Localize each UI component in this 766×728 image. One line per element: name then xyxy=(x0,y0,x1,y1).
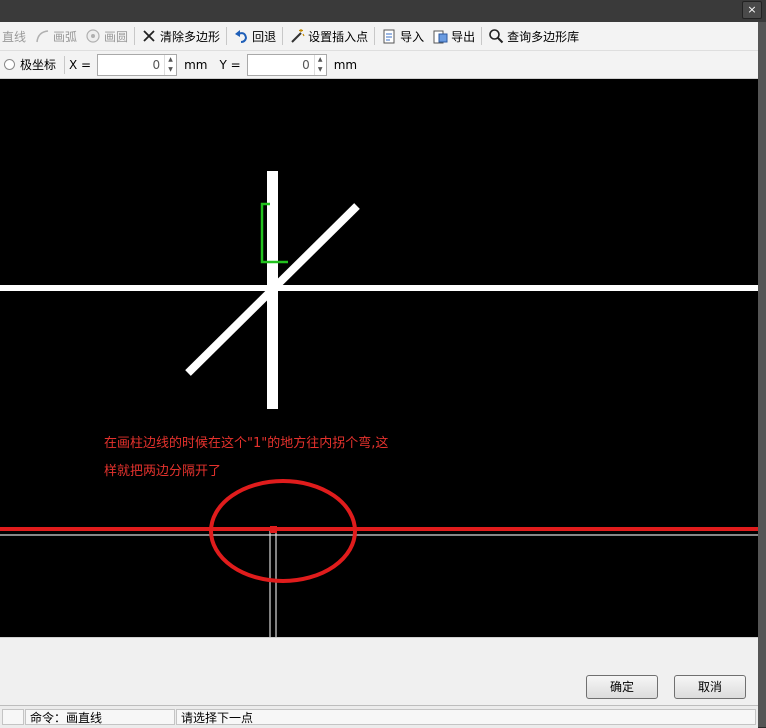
query-polygon-library-label: 查询多边形库 xyxy=(507,29,580,44)
toolbar-separator xyxy=(374,27,376,45)
y-label: Y = xyxy=(219,57,241,72)
drawing-canvas[interactable]: 在画柱边线的时候在这个"1"的地方往内拐个弯,这 样就把两边分隔开了 xyxy=(0,79,758,637)
import-button[interactable]: 导入 xyxy=(377,25,428,47)
x-coordinate-value: 0 xyxy=(152,57,161,72)
toolbar-separator xyxy=(134,27,136,45)
set-insert-point-button[interactable]: 设置插入点 xyxy=(285,25,372,47)
coordinate-bar: 极坐标 X = 0 ▲ ▼ mm Y = 0 ▲ ▼ mm xyxy=(0,51,758,79)
undo-icon xyxy=(233,28,249,44)
annotation-line-1: 在画柱边线的时候在这个"1"的地方往内拐个弯,这 xyxy=(104,436,389,451)
status-bar: 命令：画直线 请选择下一点 xyxy=(0,705,758,728)
export-label: 导出 xyxy=(451,29,476,44)
junction-point xyxy=(270,526,277,533)
polygon-editor-dialog: 直线 画弧 画圆 清除多边形 回退 设置插入点 导入 导出 查询多边形库 极坐标… xyxy=(0,22,758,728)
import-label: 导入 xyxy=(400,29,425,44)
query-polygon-library-button[interactable]: 查询多边形库 xyxy=(484,25,583,47)
x-label: X = xyxy=(69,57,92,72)
draw-line-button[interactable]: 直线 xyxy=(0,25,30,47)
undo-label: 回退 xyxy=(252,29,277,44)
y-unit-label: mm xyxy=(333,57,358,72)
draw-circle-button[interactable]: 画圆 xyxy=(81,25,132,47)
highlighted-edge-line xyxy=(0,527,758,531)
search-icon xyxy=(488,28,504,44)
undo-button[interactable]: 回退 xyxy=(229,25,280,47)
drawing-toolbar: 直线 画弧 画圆 清除多边形 回退 设置插入点 导入 导出 查询多边形库 xyxy=(0,22,758,51)
toolbar-separator xyxy=(481,27,483,45)
export-button[interactable]: 导出 xyxy=(428,25,479,47)
toolbar-separator xyxy=(282,27,284,45)
x-coordinate-input[interactable]: 0 ▲ ▼ xyxy=(97,53,178,76)
annotation-line-2: 样就把两边分隔开了 xyxy=(104,464,222,479)
clear-polygon-button[interactable]: 清除多边形 xyxy=(137,25,224,47)
circle-icon xyxy=(85,28,101,44)
y-coordinate-value: 0 xyxy=(302,57,310,72)
set-insert-point-label: 设置插入点 xyxy=(308,29,369,44)
import-icon xyxy=(381,28,397,44)
horizontal-column-edge xyxy=(0,285,758,291)
draw-arc-button[interactable]: 画弧 xyxy=(30,25,81,47)
export-icon xyxy=(432,28,448,44)
drawing-canvas-graphics xyxy=(0,171,758,637)
x-unit-label: mm xyxy=(184,57,208,72)
y-coordinate-input[interactable]: 0 ▲ ▼ xyxy=(246,53,327,76)
draw-arc-label: 画弧 xyxy=(53,29,78,44)
window-close-button[interactable]: × xyxy=(742,1,762,19)
draw-line-label: 直线 xyxy=(2,29,27,44)
cancel-button[interactable]: 取消 xyxy=(674,675,746,699)
draw-circle-label: 画圆 xyxy=(104,29,129,44)
clear-x-icon xyxy=(141,28,157,44)
toolbar-separator xyxy=(64,55,66,74)
polar-coordinates-label: 极坐标 xyxy=(20,58,57,72)
spinner-arrows-icon[interactable]: ▲ ▼ xyxy=(313,54,326,75)
magic-wand-icon xyxy=(289,28,305,44)
status-prompt: 请选择下一点 xyxy=(176,709,756,725)
arc-icon xyxy=(34,28,50,44)
dialog-button-row: 确定 取消 xyxy=(0,637,758,706)
polar-coordinates-radio[interactable] xyxy=(4,59,15,70)
spinner-arrows-icon[interactable]: ▲ ▼ xyxy=(164,54,176,75)
toolbar-separator xyxy=(226,27,228,45)
status-cell-empty xyxy=(2,709,24,725)
status-command: 命令：画直线 xyxy=(25,709,175,725)
window-title-bar: × xyxy=(0,0,766,22)
window-right-edge xyxy=(758,22,766,727)
ok-button[interactable]: 确定 xyxy=(586,675,658,699)
clear-polygon-label: 清除多边形 xyxy=(160,29,221,44)
